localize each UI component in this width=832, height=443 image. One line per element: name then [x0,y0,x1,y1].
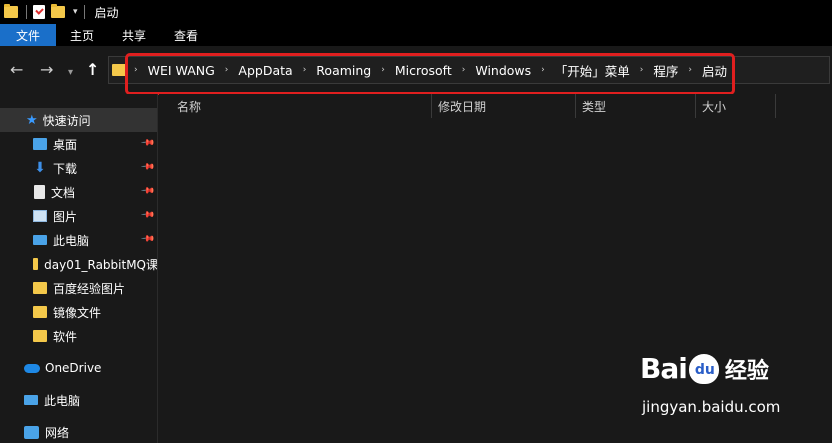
sidebar-item-folder[interactable]: 软件 [0,324,157,348]
baidu-watermark-logo: Bai du 经验 [640,352,769,385]
tab-file[interactable]: 文件 [0,24,57,46]
download-icon: ⬇ [34,160,46,176]
column-header-size[interactable]: 大小 [702,94,726,118]
back-icon[interactable]: ← [10,62,23,78]
forward-icon[interactable]: → [40,62,53,78]
annotation-highlight-box [125,53,735,95]
divider [83,5,85,19]
picture-icon [33,210,47,222]
column-divider[interactable] [695,94,696,118]
title-bar: ▾ 启动 [0,0,832,24]
folder-icon [33,258,39,270]
tab-view[interactable]: 查看 [160,24,212,46]
star-icon: ★ [26,112,38,128]
column-divider[interactable] [775,94,776,118]
network-icon [24,425,39,439]
pin-icon[interactable]: 📌 [140,183,155,198]
pin-icon[interactable]: 📌 [140,207,155,222]
sidebar-item-documents[interactable]: 文档 📌 [0,180,157,204]
folder-icon [33,282,47,294]
sidebar-item-folder[interactable]: 百度经验图片 [0,276,157,300]
sidebar-item-desktop[interactable]: 桌面 📌 [0,132,157,156]
column-divider[interactable] [431,94,432,118]
pin-icon[interactable]: 📌 [140,231,155,246]
document-icon [34,185,45,199]
ribbon-tabs: 文件 主页 共享 查看 [0,24,832,46]
up-icon[interactable]: ↑ [86,62,99,78]
divider [26,5,27,19]
file-list: 名称 修改日期 类型 大小 [159,94,832,443]
paw-icon: du [688,353,719,384]
tab-home[interactable]: 主页 [56,24,108,46]
address-bar-area: ← → ▾ ↑ › WEI WANG › AppData › Roaming ›… [0,46,832,95]
folder-icon [33,306,47,318]
sidebar-item-this-pc-pinned[interactable]: 此电脑 📌 [0,228,157,252]
sidebar-item-folder[interactable]: 镜像文件 [0,300,157,324]
sidebar-item-pictures[interactable]: 图片 📌 [0,204,157,228]
sidebar-item-network[interactable]: 网络 [0,420,157,443]
watermark-url: jingyan.baidu.com [642,398,781,416]
tab-share[interactable]: 共享 [108,24,160,46]
properties-icon[interactable] [33,5,45,19]
folder-icon [4,4,18,18]
sidebar-item-this-pc[interactable]: 此电脑 [0,388,157,412]
sidebar-item-quick-access[interactable]: ★ 快速访问 [0,108,157,132]
recent-locations-icon[interactable]: ▾ [68,65,73,81]
navigation-pane: ★ 快速访问 桌面 📌 ⬇ 下载 📌 文档 📌 图片 📌 此电脑 📌 day01… [0,94,158,443]
new-folder-icon[interactable] [51,4,65,18]
column-divider[interactable] [575,94,576,118]
sidebar-item-folder[interactable]: day01_RabbitMQ课 [0,252,157,276]
sidebar-item-downloads[interactable]: ⬇ 下载 📌 [0,156,157,180]
folder-icon [33,330,47,342]
computer-icon [33,235,47,245]
desktop-icon [33,138,47,150]
sidebar-item-onedrive[interactable]: OneDrive [0,356,157,380]
window-title: 启动 [94,5,119,20]
cloud-icon [24,363,40,373]
chevron-down-icon[interactable]: ▾ [73,7,78,17]
column-header-modified[interactable]: 修改日期 [438,94,486,118]
pin-icon[interactable]: 📌 [140,159,155,174]
pin-icon[interactable]: 📌 [140,135,155,150]
folder-icon [112,64,126,76]
column-header-name[interactable]: 名称 [177,94,201,118]
column-header-type[interactable]: 类型 [582,94,606,118]
computer-icon [24,395,38,405]
